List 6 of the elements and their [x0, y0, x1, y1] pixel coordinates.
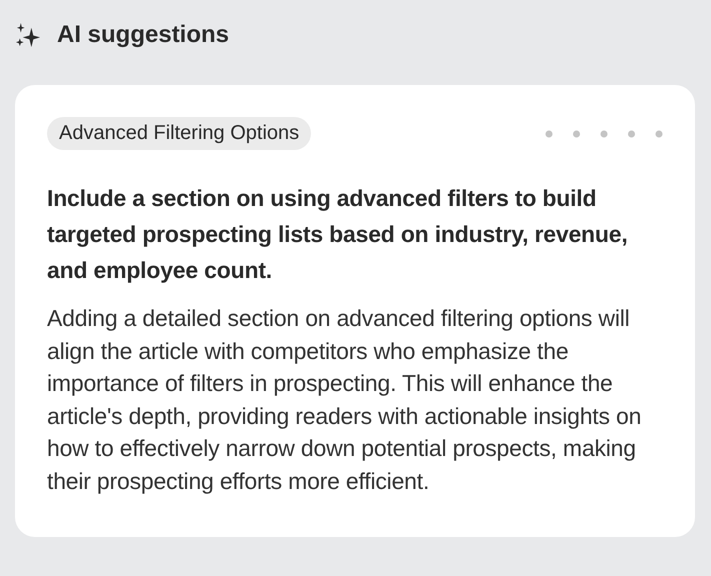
dots-icon[interactable] [545, 130, 663, 138]
topic-tag: Advanced Filtering Options [47, 117, 312, 150]
suggestion-heading: Include a section on using advanced filters to build targeted prospecting lists based on industry, revenue, and employee count. [47, 184, 629, 285]
suggestion-text: Adding a detailed section on advanced filtering options will align the article with competitors who emphasize the importance of filters in prospecting. This will enhance the article's depth, providing readers with actionable insights on how to effectively narrow down potential prospects, making their prospecting efforts more efficient. [47, 304, 642, 496]
panel-title: AI suggestions [57, 21, 230, 49]
sparkle-icon [15, 22, 42, 48]
